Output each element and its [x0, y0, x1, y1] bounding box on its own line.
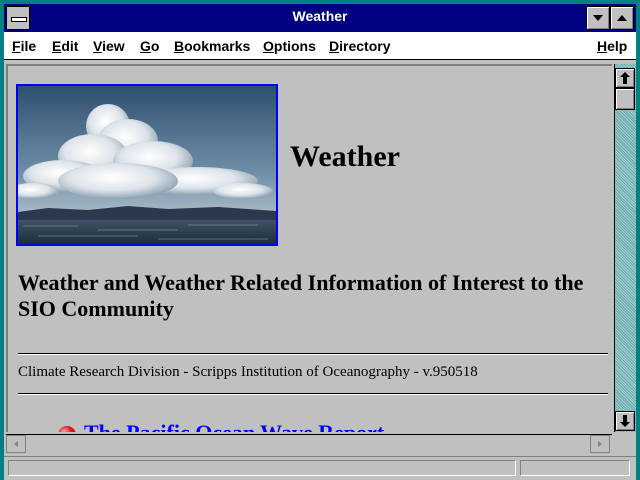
page-title: Weather — [290, 140, 400, 173]
menu-bookmarks[interactable]: Bookmarks — [174, 38, 250, 54]
menu-options-label: ptions — [273, 38, 316, 54]
page-subheading: Weather and Weather Related Information … — [18, 270, 584, 321]
menu-bar: File Edit View Go Bookmarks Options Dire… — [4, 32, 636, 60]
scroll-up-button[interactable] — [615, 68, 635, 88]
menu-options[interactable]: Options — [263, 38, 316, 54]
scrollbar-corner — [614, 434, 636, 454]
menu-file-accesskey: F — [12, 38, 21, 54]
menu-directory[interactable]: Directory — [329, 38, 390, 54]
photo-graphic — [18, 86, 276, 244]
menu-edit[interactable]: Edit — [52, 38, 78, 54]
wave-report-link[interactable]: The Pacific Ocean Wave Report — [84, 420, 384, 432]
menu-bookmarks-accesskey: B — [174, 38, 185, 54]
scroll-thumb[interactable] — [615, 88, 635, 110]
division-credit: Climate Research Division - Scripps Inst… — [18, 364, 478, 380]
menu-options-accesskey: O — [263, 38, 274, 54]
menu-bookmarks-label: ookmarks — [184, 38, 251, 54]
divider-top — [18, 353, 608, 355]
menu-edit-accesskey: E — [52, 38, 62, 54]
horizontal-scrollbar[interactable] — [6, 434, 612, 454]
menu-help-label: elp — [607, 38, 628, 54]
vertical-scrollbar[interactable] — [614, 64, 636, 432]
clouds-over-ocean-photo — [16, 84, 278, 246]
menu-directory-label: irectory — [339, 38, 391, 54]
arrow-left-icon — [14, 441, 18, 447]
menu-file[interactable]: File — [12, 38, 36, 54]
menu-edit-label: dit — [61, 38, 79, 54]
menu-go-accesskey: G — [140, 38, 151, 54]
arrow-down-icon — [620, 415, 630, 427]
menu-go-label: o — [150, 38, 160, 54]
scroll-down-button[interactable] — [615, 411, 635, 431]
minimize-icon — [593, 15, 603, 21]
menu-view[interactable]: View — [93, 38, 125, 54]
menu-directory-accesskey: D — [329, 38, 340, 54]
arrow-right-icon — [598, 441, 602, 447]
arrow-up-icon — [620, 72, 630, 84]
scroll-right-button[interactable] — [590, 435, 610, 453]
red-ball-bullet-icon — [58, 426, 76, 432]
status-text — [8, 460, 516, 476]
scroll-left-button[interactable] — [6, 435, 26, 453]
browser-window: Weather File Edit View Go Bookmarks Opti… — [0, 0, 640, 480]
menu-help[interactable]: Help — [597, 38, 627, 54]
menu-view-accesskey: V — [93, 38, 103, 54]
page-content: Weather Weather and Weather Related Info… — [6, 64, 612, 432]
minimize-button[interactable] — [586, 6, 610, 30]
maximize-button[interactable] — [610, 6, 634, 30]
window-title: Weather — [292, 8, 348, 24]
menu-file-label: ile — [20, 38, 37, 54]
menu-help-accesskey: H — [597, 38, 608, 54]
menu-view-label: iew — [102, 38, 125, 54]
status-bar — [4, 456, 636, 480]
progress-indicator — [520, 460, 630, 476]
maximize-icon — [617, 15, 627, 21]
divider-bottom — [18, 393, 608, 395]
menu-go[interactable]: Go — [140, 38, 159, 54]
title-bar[interactable]: Weather — [4, 4, 636, 32]
